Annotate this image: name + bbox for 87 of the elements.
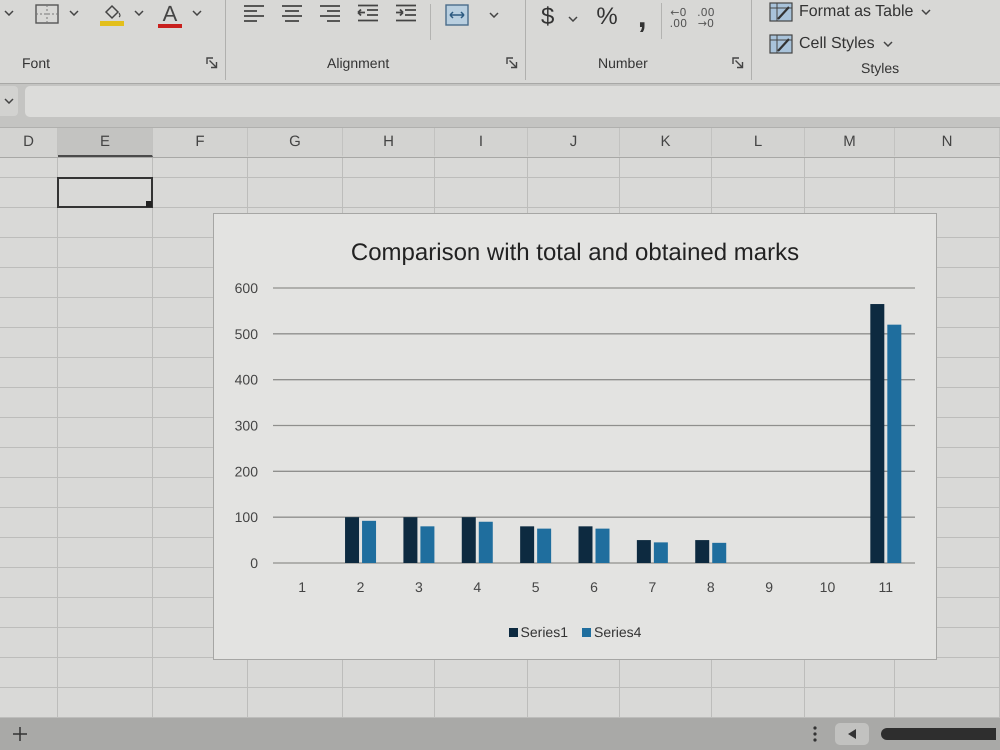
number-format-button[interactable]: $ [541, 3, 554, 31]
caret-icon[interactable] [882, 41, 893, 47]
category-label: 11 [878, 579, 894, 595]
styles-menu-button[interactable]: Format as Table [769, 0, 932, 24]
styles-menu-button[interactable]: Cell Styles [769, 32, 893, 56]
axis-label: 300 [234, 418, 258, 434]
caret-icon[interactable] [489, 12, 499, 18]
category-label: 2 [356, 579, 364, 595]
decimal-button[interactable]: .00 →0 [697, 7, 715, 29]
group-label: Font [22, 55, 50, 71]
align-center-icon[interactable] [281, 4, 303, 22]
group-label: Styles [861, 60, 900, 76]
fill-color-icon[interactable] [100, 4, 124, 26]
column-header[interactable]: M [805, 128, 895, 157]
name-box-dropdown[interactable] [0, 86, 18, 116]
align-right-icon[interactable] [319, 4, 341, 22]
axis-label: 200 [234, 463, 258, 480]
category-label: 10 [820, 579, 836, 595]
bar [420, 526, 434, 563]
dialog-launcher-icon[interactable] [732, 57, 744, 69]
align-left-icon[interactable] [243, 4, 265, 22]
bar [596, 528, 610, 563]
column-header[interactable]: I [435, 128, 528, 157]
axis-label: 100 [234, 509, 258, 526]
column-header[interactable]: K [620, 128, 712, 157]
column-header[interactable]: E [58, 128, 153, 157]
bar [520, 526, 534, 563]
bar [712, 542, 726, 563]
bar [695, 540, 710, 563]
category-label: 3 [415, 579, 423, 595]
group-label: Number [598, 55, 648, 71]
caret-icon[interactable] [921, 9, 932, 15]
number-format-button[interactable]: % [596, 3, 618, 31]
merge-cells-icon[interactable] [445, 4, 469, 26]
bar [403, 517, 418, 563]
scroll-left-button[interactable] [835, 723, 869, 745]
add-icon[interactable] [12, 726, 28, 742]
borders-icon[interactable] [35, 4, 59, 24]
dialog-launcher-icon[interactable] [506, 57, 518, 69]
left-triangle-icon [848, 729, 856, 739]
bar [537, 528, 552, 563]
table-style-icon [769, 34, 793, 54]
increase-indent-icon[interactable] [395, 4, 417, 22]
chart-title: Comparison with total and obtained marks [350, 238, 800, 268]
category-label: 9 [765, 579, 773, 595]
category-label: 7 [648, 579, 656, 595]
fill-handle[interactable] [146, 201, 152, 207]
scrollbar-thumb[interactable] [881, 728, 996, 740]
axis-label: 500 [234, 326, 258, 342]
category-label: 1 [298, 579, 306, 595]
axis-label: 400 [234, 372, 258, 388]
caret-icon[interactable] [4, 98, 14, 104]
bar [636, 540, 651, 563]
category-label: 4 [473, 579, 482, 595]
caret-icon[interactable] [568, 16, 578, 22]
legend-label: Series1 [520, 624, 568, 640]
decimal-button[interactable]: ←0 .00 [670, 7, 688, 29]
bar [362, 520, 376, 563]
decrease-indent-icon[interactable] [357, 4, 379, 22]
axis-label: 0 [250, 555, 258, 571]
caret-icon[interactable] [69, 10, 79, 16]
legend-label: Series4 [594, 624, 642, 640]
caret-icon[interactable] [192, 10, 202, 16]
selected-cell[interactable] [57, 177, 153, 208]
column-header[interactable]: N [895, 128, 1000, 157]
column-header[interactable]: H [343, 128, 435, 157]
bar [654, 542, 668, 563]
bar [345, 517, 360, 563]
column-header[interactable]: F [153, 128, 248, 157]
caret-icon[interactable] [4, 10, 14, 16]
axis-label: 600 [234, 280, 258, 296]
formula-field[interactable] [25, 86, 1000, 117]
table-style-icon [769, 2, 793, 22]
category-label: 5 [532, 579, 540, 595]
bar [462, 517, 476, 563]
font-color-button[interactable]: A [158, 4, 182, 28]
column-header[interactable]: G [248, 128, 343, 157]
bar [478, 522, 493, 563]
column-header[interactable]: J [528, 128, 620, 157]
caret-icon[interactable] [134, 10, 144, 16]
group-label: Alignment [327, 55, 390, 71]
dialog-launcher-icon[interactable] [206, 57, 218, 69]
category-label: 6 [590, 579, 598, 595]
category-label: 8 [706, 579, 715, 595]
column-header[interactable]: L [712, 128, 805, 157]
more-options-icon[interactable] [813, 726, 817, 742]
bar [578, 526, 592, 563]
